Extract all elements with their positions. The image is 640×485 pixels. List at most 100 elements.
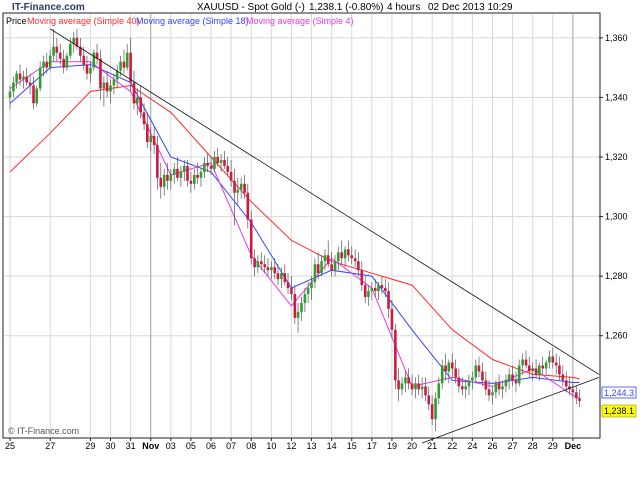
candle-body [544,362,548,369]
candle-body [22,76,25,80]
candle-body [300,302,303,312]
candle-body [226,165,230,172]
candle-body [424,386,427,396]
candle-body [58,52,62,59]
x-tick-label: Dec [565,441,582,451]
candle-body [102,82,106,89]
candle-body [437,383,441,399]
legend-ma40: Moving average (Simple 40) [27,16,140,26]
candle-body [471,377,474,381]
candle-body [353,258,357,262]
candle-body [169,174,173,181]
y-tick-label: 1,260 [605,331,628,341]
candle-body [367,291,370,297]
candle-body [454,368,457,378]
last-change: 1,238.1 (-0.80%) [309,2,384,13]
candle-body [28,82,32,86]
candle-body [229,171,233,181]
x-tick-label: 10 [266,441,276,451]
x-tick-label: 19 [387,441,397,451]
candle-body [159,177,163,187]
candle-body [199,171,203,178]
candle-body [273,267,277,274]
x-tick-label: 29 [548,441,558,451]
candle-body [145,124,149,143]
instrument-title: XAUUSD - Spot Gold (-) [197,2,305,13]
header-datetime: 02 Dec 2013 10:29 [428,2,513,13]
candle-body [156,145,159,178]
brand-logo-text: IT-Finance.com [12,2,85,13]
timeframe: 4 hours [387,2,420,13]
candle-body [336,252,340,262]
candle-body [176,168,179,178]
y-tick-label: 1,300 [605,212,628,222]
candle-body [457,377,461,387]
candle-body [196,174,199,178]
candle-body [286,282,290,289]
candle-body [122,61,126,68]
candle-body [256,261,260,268]
candle-body [343,249,347,259]
chart-background [0,0,640,480]
candle-body [206,162,209,166]
candle-body [360,270,364,286]
candle-body [92,52,96,68]
candle-body [417,383,420,390]
candle-body [450,362,454,369]
candle-body [484,380,488,390]
candle-body [162,174,166,187]
x-tick-label: 28 [528,441,538,451]
legend-ma4: Moving average (Simple 4) [246,16,354,26]
candle-body [219,159,223,163]
candle-body [15,73,18,83]
candle-body [414,383,417,390]
x-tick-label: 08 [246,441,256,451]
x-tick-label: 22 [447,441,457,451]
candle-body [527,365,531,372]
candle-body [440,365,444,384]
candle-body [293,294,297,318]
candle-body [444,365,447,372]
candle-body [434,398,437,420]
candle-body [18,73,22,80]
candle-body [276,273,280,280]
candle-body [494,383,498,393]
x-tick-label: 05 [186,441,196,451]
candle-body [558,365,561,375]
candle-body [182,165,186,172]
candle-body [142,112,146,125]
candle-body [554,362,558,366]
x-tick-label: 07 [226,441,236,451]
candle-body [507,374,511,381]
candle-body [310,282,313,289]
candle-body [326,255,330,265]
legend-price: Price [6,16,27,26]
candle-body [213,156,216,169]
candle-body [193,174,196,184]
x-tick-label: 27 [508,441,518,451]
candle-body [253,258,256,268]
candle-body [105,82,109,92]
candle-body [48,55,52,68]
candle-body [427,395,431,405]
candle-body [501,386,504,390]
candle-body [303,294,307,303]
candle-body [517,365,521,384]
candle-body [25,76,28,83]
candle-body [112,79,116,86]
candle-body [216,156,219,163]
candle-body [152,136,156,146]
candle-body [290,288,293,295]
y-tick-label: 1,360 [605,33,628,43]
candle-body [45,61,49,68]
candle-body [447,362,451,372]
candle-body [223,159,226,166]
candle-body [270,267,273,271]
candle-body [330,264,333,271]
candle-body [32,85,35,104]
candle-body [139,97,142,113]
candle-body [99,58,102,89]
candle-body [521,359,524,366]
candle-body [313,264,317,283]
candle-body [477,365,481,372]
